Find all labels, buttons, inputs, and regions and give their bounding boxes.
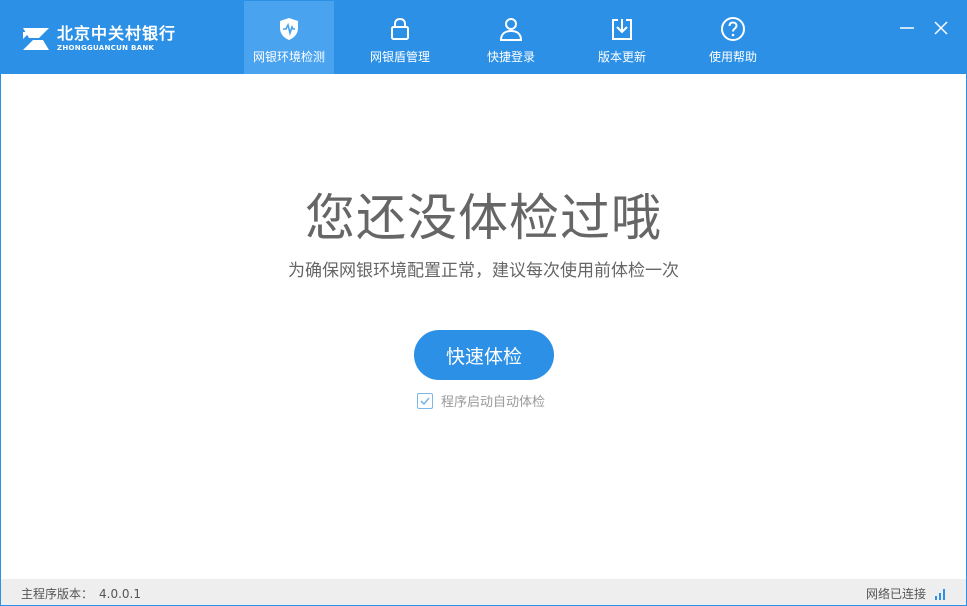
signal-icon <box>935 588 945 600</box>
tab-usbkey-manage[interactable]: 网银盾管理 <box>355 1 445 74</box>
page-subtitle: 为确保网银环境配置正常，建议每次使用前体检一次 <box>288 261 679 281</box>
tab-label: 使用帮助 <box>708 50 757 64</box>
bank-name-cn: 北京中关村银行 <box>57 24 177 43</box>
main-nav: 网银环境检测 网银盾管理 快捷登录 版本更新 使用帮助 <box>244 1 799 74</box>
tab-label: 快捷登录 <box>486 50 535 64</box>
tab-version-update[interactable]: 版本更新 <box>577 1 667 74</box>
tab-label: 网银环境检测 <box>252 50 325 64</box>
tab-quick-login[interactable]: 快捷登录 <box>466 1 556 74</box>
page-title: 您还没体检过哦 <box>305 189 662 247</box>
tab-label: 版本更新 <box>597 50 646 64</box>
quick-check-button[interactable]: 快速体检 <box>414 330 554 380</box>
version-label: 主程序版本： <box>21 587 94 601</box>
help-icon <box>721 17 745 41</box>
tab-label: 网银盾管理 <box>369 50 430 64</box>
auto-check-option[interactable]: 程序启动自动体检 <box>417 391 545 410</box>
status-bar: 主程序版本： 4.0.0.1 网络已连接 <box>1 579 966 605</box>
shield-heartbeat-icon <box>280 18 298 40</box>
close-icon[interactable] <box>930 17 952 39</box>
header-bar: 北京中关村银行 ZHONGGUANCUN BANK 网银环境检测 网银盾管理 快… <box>1 1 966 74</box>
version-value: 4.0.0.1 <box>99 587 141 601</box>
checkmark-icon <box>420 396 430 405</box>
download-icon <box>612 19 632 40</box>
user-icon <box>499 18 523 41</box>
tab-env-check[interactable]: 网银环境检测 <box>244 1 334 74</box>
version-info: 主程序版本： 4.0.0.1 <box>21 585 141 602</box>
minimize-icon[interactable] <box>896 17 918 39</box>
lock-icon <box>391 17 409 40</box>
env-check-panel: 您还没体检过哦 为确保网银环境配置正常，建议每次使用前体检一次 快速体检 程序启… <box>1 74 966 579</box>
tab-help[interactable]: 使用帮助 <box>688 1 778 74</box>
auto-check-checkbox[interactable] <box>417 392 433 409</box>
bank-name-en: ZHONGGUANCUN BANK <box>57 44 155 52</box>
bank-logo: 北京中关村银行 ZHONGGUANCUN BANK <box>21 23 176 55</box>
network-status: 网络已连接 <box>866 585 946 602</box>
app-window: 北京中关村银行 ZHONGGUANCUN BANK 网银环境检测 网银盾管理 快… <box>0 0 967 606</box>
network-status-text: 网络已连接 <box>865 587 926 601</box>
bank-logo-icon <box>23 28 49 50</box>
window-controls <box>884 17 952 39</box>
auto-check-label: 程序启动自动体检 <box>441 395 546 410</box>
